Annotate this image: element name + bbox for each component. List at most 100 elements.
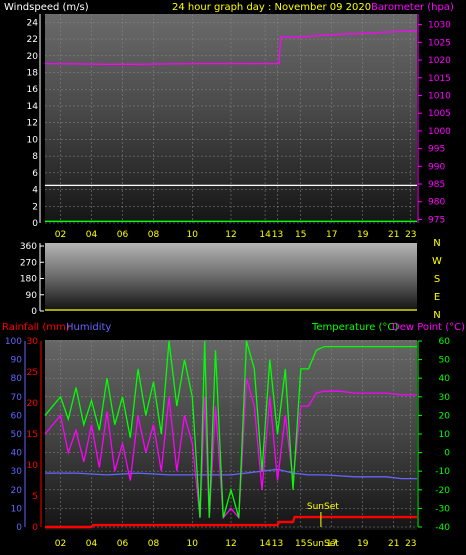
chart-title: 24 hour graph day : November 09 2020 xyxy=(172,2,371,13)
time-tick-label: 12 xyxy=(225,230,236,240)
temperature-tick-label: 30 xyxy=(439,393,451,403)
temperature-tick-label: -40 xyxy=(435,523,450,533)
time-tick-label: 21 xyxy=(388,230,399,240)
direction-tick-label: 0 xyxy=(31,307,37,317)
rainfall-axis-title: Rainfall (mm) xyxy=(2,322,70,333)
windspeed-tick-label: 24 xyxy=(27,18,39,28)
sunset-axis-label: SunSet xyxy=(307,539,339,549)
time-tick-label: 13 xyxy=(272,230,283,240)
direction-tick-label: 90 xyxy=(26,291,38,301)
rainfall-tick-label: 10 xyxy=(27,461,39,471)
barometer-tick-label: 980 xyxy=(428,198,445,208)
rainfall-tick-label: 15 xyxy=(27,430,38,440)
humidity-tick-label: 100 xyxy=(5,337,22,347)
time-tick-label: 12 xyxy=(225,539,236,549)
time-tick-label: 15 xyxy=(295,539,306,549)
temperature-tick-label: 40 xyxy=(439,374,451,384)
direction-letter: E xyxy=(434,292,440,303)
time-tick-label: 04 xyxy=(86,230,98,240)
time-tick-label: 08 xyxy=(148,539,160,549)
temperature-axis-title: Temperature (°C) xyxy=(311,322,398,333)
humidity-tick-label: 0 xyxy=(16,523,22,533)
temperature-tick-label: -30 xyxy=(435,504,450,514)
temperature-tick-label: 10 xyxy=(439,430,451,440)
sunset-label: SunSet xyxy=(307,502,339,512)
humidity-tick-label: 70 xyxy=(11,393,23,403)
rainfall-tick-label: 5 xyxy=(32,492,38,502)
temperature-tick-label: 20 xyxy=(439,411,451,421)
barometer-tick-label: 990 xyxy=(428,162,445,172)
barometer-tick-label: 1000 xyxy=(428,127,451,137)
time-tick-label: 23 xyxy=(405,230,416,240)
time-tick-label: 06 xyxy=(117,230,129,240)
time-tick-label: 04 xyxy=(86,539,98,549)
windspeed-tick-label: 20 xyxy=(27,52,39,62)
rainfall-tick-label: 0 xyxy=(32,523,38,533)
direction-tick-label: 270 xyxy=(20,258,37,268)
barometer-tick-label: 1020 xyxy=(428,56,451,66)
direction-letter: W xyxy=(432,256,442,267)
time-tick-label: 15 xyxy=(295,230,306,240)
weather-graph: Windspeed (m/s) 24 hour graph day : Nove… xyxy=(2,2,465,549)
time-tick-label: 10 xyxy=(187,230,199,240)
time-tick-label: 14 xyxy=(259,230,271,240)
windspeed-tick-label: 16 xyxy=(27,85,39,95)
temperature-tick-label: -20 xyxy=(435,486,450,496)
windspeed-tick-label: 14 xyxy=(27,102,39,112)
barometer-tick-label: 1025 xyxy=(428,38,451,48)
time-tick-label: 10 xyxy=(187,539,199,549)
barometer-tick-label: 1030 xyxy=(428,21,451,31)
rainfall-tick-label: 30 xyxy=(27,337,39,347)
rainfall-tick-label: 25 xyxy=(27,368,38,378)
barometer-tick-label: 985 xyxy=(428,180,445,190)
windspeed-tick-label: 8 xyxy=(32,152,38,162)
humidity-tick-label: 30 xyxy=(11,467,23,477)
time-tick-label: 19 xyxy=(357,230,369,240)
windspeed-tick-label: 4 xyxy=(32,186,38,196)
temperature-tick-label: 0 xyxy=(444,449,450,459)
humidity-tick-label: 20 xyxy=(11,486,23,496)
humidity-axis-title: Humidity xyxy=(66,322,111,333)
rainfall-tick-label: 20 xyxy=(27,399,39,409)
direction-letter: S xyxy=(434,274,440,285)
barometer-tick-label: 995 xyxy=(428,145,445,155)
temperature-tick-label: 50 xyxy=(439,356,451,366)
time-tick-label: 17 xyxy=(326,230,337,240)
humidity-tick-label: 50 xyxy=(11,430,23,440)
windspeed-tick-label: 12 xyxy=(27,119,38,129)
time-tick-label: 23 xyxy=(405,539,416,549)
direction-tick-label: 180 xyxy=(20,275,37,285)
time-tick-label: 13 xyxy=(272,539,283,549)
windspeed-tick-label: 18 xyxy=(27,69,39,79)
wind-direction-plot-area xyxy=(45,243,417,311)
windspeed-tick-label: 10 xyxy=(27,135,39,145)
barometer-tick-label: 1015 xyxy=(428,74,451,84)
direction-letter: N xyxy=(433,310,440,321)
time-tick-label: 21 xyxy=(388,539,399,549)
direction-tick-label: 360 xyxy=(20,242,37,252)
humidity-tick-label: 40 xyxy=(11,449,23,459)
time-tick-label: 19 xyxy=(357,539,369,549)
time-tick-label: 14 xyxy=(259,539,271,549)
temperature-tick-label: 60 xyxy=(439,337,451,347)
temperature-tick-label: -10 xyxy=(435,467,450,477)
windspeed-tick-label: 6 xyxy=(32,169,38,179)
humidity-tick-label: 10 xyxy=(11,504,23,514)
humidity-tick-label: 60 xyxy=(11,411,23,421)
direction-letter: N xyxy=(433,238,440,249)
time-tick-label: 02 xyxy=(55,539,66,549)
time-tick-label: 08 xyxy=(148,230,160,240)
barometer-tick-label: 1005 xyxy=(428,109,451,119)
time-tick-label: 02 xyxy=(55,230,66,240)
windspeed-tick-label: 2 xyxy=(32,202,38,212)
windspeed-axis-title: Windspeed (m/s) xyxy=(4,2,89,13)
humidity-tick-label: 80 xyxy=(11,374,23,384)
barometer-tick-label: 1010 xyxy=(428,91,451,101)
windspeed-tick-label: 0 xyxy=(32,219,38,229)
humidity-tick-label: 90 xyxy=(11,356,23,366)
barometer-tick-label: 975 xyxy=(428,215,445,225)
barometer-axis-title: Barometer (hpa) xyxy=(371,2,454,13)
time-tick-label: 06 xyxy=(117,539,129,549)
dewpoint-axis-title: Dew Point (°C) xyxy=(392,322,465,333)
windspeed-tick-label: 22 xyxy=(27,35,38,45)
